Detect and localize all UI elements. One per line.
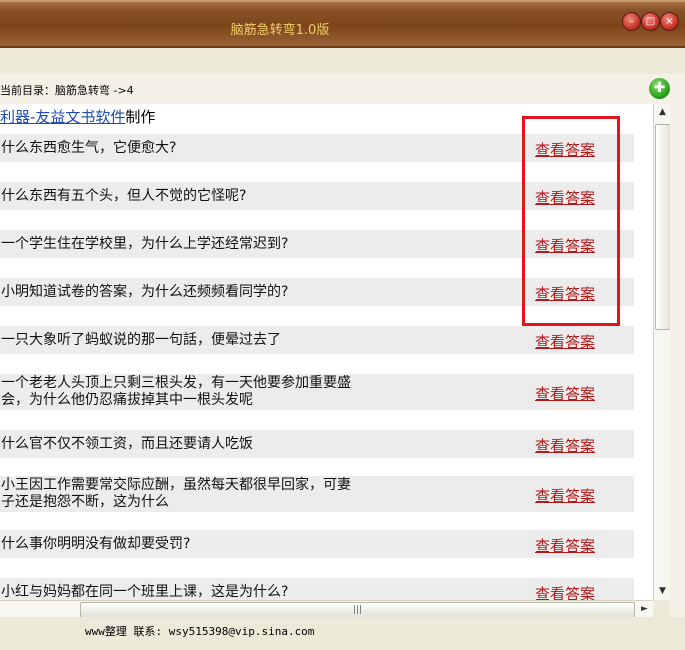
list-item: 什么官不仅不领工资，而且还要请人吃饭 查看答案	[0, 430, 634, 458]
scroll-right-icon[interactable]: ►	[636, 601, 653, 618]
vertical-scroll-thumb[interactable]	[655, 124, 671, 330]
horizontal-scroll-thumb[interactable]: |||	[80, 602, 635, 618]
list-item: 什么事你明明没有做却要受罚? 查看答案	[0, 530, 634, 558]
question-text: 什么官不仅不领工资，而且还要请人吃饭	[1, 436, 253, 452]
question-text: 一个老老人头顶上只剩三根头发，有一天他要参加重要盛	[1, 375, 351, 391]
question-text: 什么东西愈生气，它便愈大?	[1, 140, 177, 156]
question-text: 小明知道试卷的答案，为什么还频频看同学的?	[1, 284, 289, 300]
question-text: 什么事你明明没有做却要受罚?	[1, 536, 191, 552]
address-bar: 当前目录：脑筋急转弯 ->4	[0, 74, 685, 105]
answer-highlight-box	[522, 116, 620, 326]
view-answer-link[interactable]: 查看答案	[535, 535, 595, 556]
question-text: 一个学生住在学校里，为什么上学还经常迟到?	[1, 236, 289, 252]
window-title: 脑筋急转弯1.0版	[230, 23, 330, 38]
question-text-line2: 会，为什么他仍忍痛拔掉其中一根头发呢	[1, 392, 253, 408]
current-directory-label: 当前目录：脑筋急转弯 ->4	[0, 84, 134, 97]
credit-link[interactable]: 利器-友益文书软件	[0, 108, 125, 126]
scroll-down-icon[interactable]: ▼	[654, 583, 671, 600]
question-text: 什么东西有五个头，但人不觉的它怪呢?	[1, 188, 247, 204]
vertical-scrollbar[interactable]: ▲ ▼	[653, 104, 671, 600]
credit-line: 利器-友益文书软件制作	[0, 106, 155, 127]
status-text: www整理 联系: wsy515398@vip.sina.com	[85, 625, 315, 638]
list-item: 小红与妈妈都在同一个班里上课，这是为什么? 查看答案	[0, 578, 634, 600]
credit-suffix: 制作	[125, 108, 156, 126]
window-frame-right	[670, 104, 685, 617]
question-text: 小红与妈妈都在同一个班里上课，这是为什么?	[1, 584, 289, 600]
view-answer-link[interactable]: 查看答案	[535, 435, 595, 456]
question-text: 小王因工作需要常交际应酬，虽然每天都很早回家，可妻	[1, 477, 351, 493]
view-answer-link[interactable]: 查看答案	[535, 383, 595, 404]
list-item: 一只大象听了蚂蚁说的那一句話，便晕过去了 查看答案	[0, 326, 634, 354]
list-item: 一个老老人头顶上只剩三根头发，有一天他要参加重要盛 会，为什么他仍忍痛拔掉其中一…	[0, 374, 634, 410]
view-answer-link[interactable]: 查看答案	[535, 331, 595, 352]
question-text: 一只大象听了蚂蚁说的那一句話，便晕过去了	[1, 332, 281, 348]
maximize-icon[interactable]: □	[641, 12, 660, 31]
horizontal-scrollbar[interactable]: ||| ►	[0, 600, 653, 618]
minimize-icon[interactable]: –	[622, 12, 641, 31]
close-icon[interactable]: ×	[660, 12, 679, 31]
list-item: 小王因工作需要常交际应酬，虽然每天都很早回家，可妻 子还是抱怨不断，这为什么 查…	[0, 476, 634, 512]
status-bar: www整理 联系: wsy515398@vip.sina.com	[0, 617, 685, 650]
view-answer-link[interactable]: 查看答案	[535, 485, 595, 506]
go-icon[interactable]: ✚	[649, 78, 670, 99]
question-text-line2: 子还是抱怨不断，这为什么	[1, 494, 169, 510]
scroll-up-icon[interactable]: ▲	[654, 104, 671, 121]
title-bar: 脑筋急转弯1.0版 – □ ×	[0, 0, 685, 48]
view-answer-link[interactable]: 查看答案	[535, 583, 595, 600]
